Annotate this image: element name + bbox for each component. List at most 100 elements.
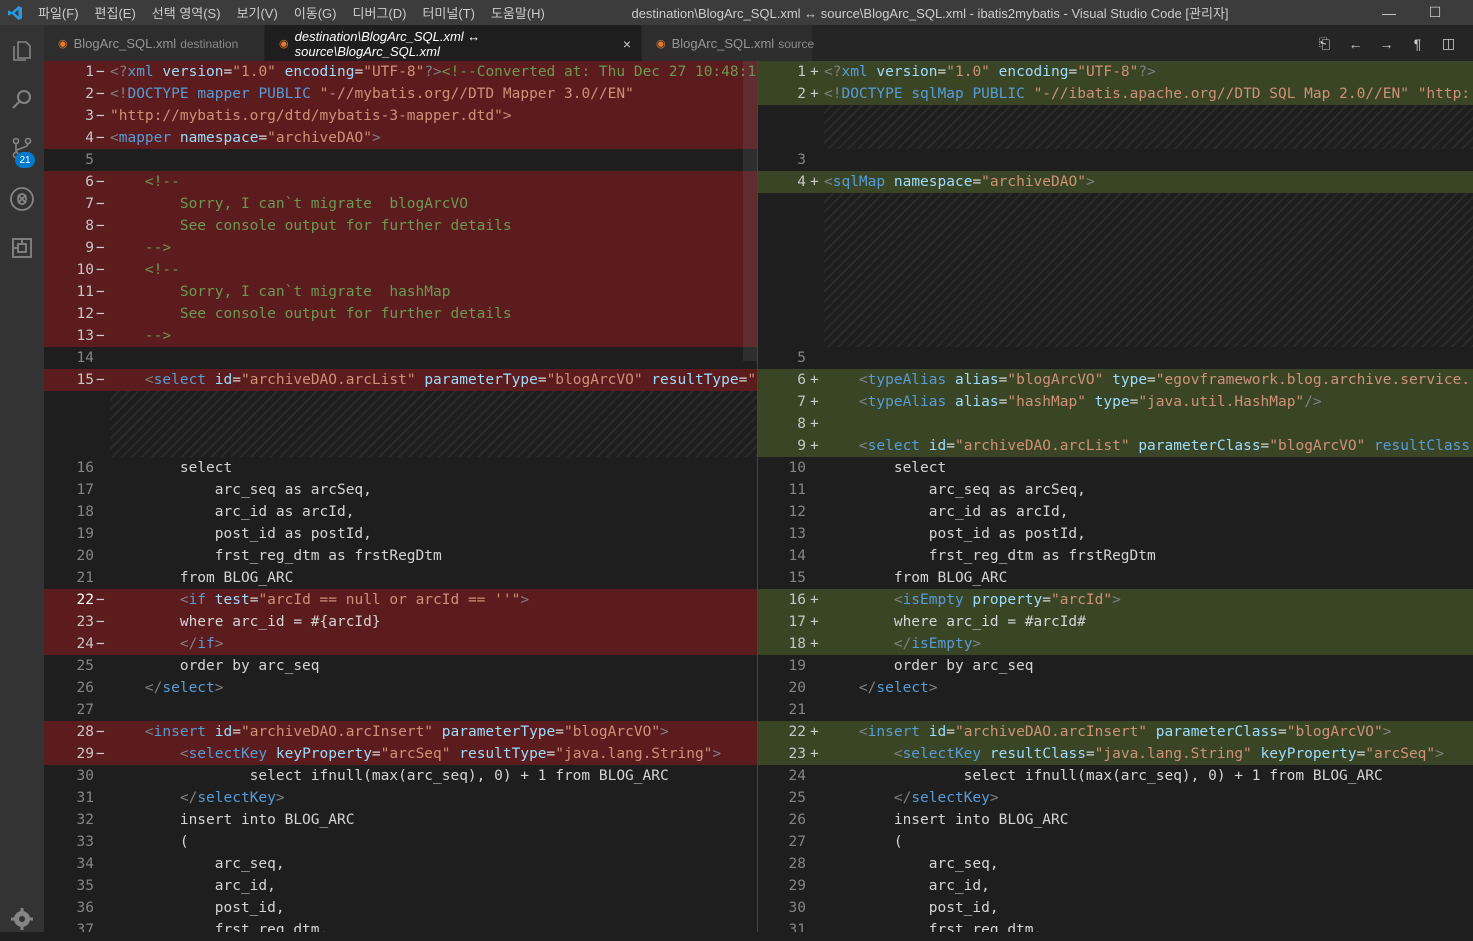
code-text: select xyxy=(110,460,233,476)
tab-destination-file[interactable]: ◉ BlogArc_SQL.xml destination xyxy=(44,25,264,62)
code-line[interactable]: 29 arc_id, xyxy=(758,875,1473,897)
menu-terminal[interactable]: 터미널(T) xyxy=(414,3,482,22)
code-line[interactable]: 33 ( xyxy=(44,831,757,853)
code-line[interactable]: 24 select ifnull(max(arc_seq), 0) + 1 fr… xyxy=(758,765,1473,787)
code-line[interactable]: 9 + <select id="archiveDAO.arcList" param… xyxy=(758,435,1473,457)
code-line[interactable]: 26 </select> xyxy=(44,677,757,699)
code-line[interactable]: 22− <if test="arcId == null or arcId == … xyxy=(44,589,757,611)
open-file-icon[interactable]: ⎗ xyxy=(1309,35,1340,52)
tab-diff-view[interactable]: ◉ destination\BlogArc_SQL.xml ↔ source\B… xyxy=(265,25,641,62)
code-line[interactable]: 22 + <insert id="archiveDAO.arcInsert" pa… xyxy=(758,721,1473,743)
code-line[interactable]: 6− <!-- xyxy=(44,171,757,193)
code-line[interactable]: 18 + </isEmpty> xyxy=(758,633,1473,655)
menu-go[interactable]: 이동(G) xyxy=(286,3,345,22)
code-line[interactable]: 3 xyxy=(758,149,1473,171)
code-line[interactable]: 20 frst_reg_dtm as frstRegDtm xyxy=(44,545,757,567)
left-scrollbar[interactable] xyxy=(743,61,757,361)
menu-help[interactable]: 도움말(H) xyxy=(483,3,553,22)
code-line[interactable]: 27 xyxy=(44,699,757,721)
code-line[interactable]: 32 insert into BLOG_ARC xyxy=(44,809,757,831)
menu-file[interactable]: 파일(F) xyxy=(30,3,87,22)
code-line[interactable]: 16 + <isEmpty property="arcId"> xyxy=(758,589,1473,611)
next-change-icon[interactable]: → xyxy=(1371,36,1402,52)
debug-icon[interactable] xyxy=(0,177,44,221)
code-line[interactable]: 11− Sorry, I can`t migrate hashMap xyxy=(44,281,757,303)
maximize-button[interactable]: ☐ xyxy=(1412,0,1458,25)
code-line[interactable]: 20 </select> xyxy=(758,677,1473,699)
code-line[interactable]: 35 arc_id, xyxy=(44,875,757,897)
menu-view[interactable]: 보기(V) xyxy=(229,3,286,22)
menu-edit[interactable]: 편집(E) xyxy=(87,3,144,22)
extensions-icon[interactable] xyxy=(0,226,44,270)
original-editor-pane[interactable]: 1− <?xml version="1.0" encoding="UTF-8"?>… xyxy=(44,61,757,932)
code-line[interactable]: 36 post_id, xyxy=(44,897,757,919)
code-line[interactable]: 13 post_id as postId, xyxy=(758,523,1473,545)
code-line[interactable]: 17 arc_seq as arcSeq, xyxy=(44,479,757,501)
code-line[interactable]: 10− <!-- xyxy=(44,259,757,281)
code-line[interactable]: 10 select xyxy=(758,457,1473,479)
code-line[interactable]: 13− --> xyxy=(44,325,757,347)
code-line[interactable]: 6 + <typeAlias alias="blogArcVO" type="eg… xyxy=(758,369,1473,391)
code-line[interactable]: 15− <select id="archiveDAO.arcList" para… xyxy=(44,369,757,391)
line-number: 28 xyxy=(788,856,806,872)
code-line[interactable]: 1− <?xml version="1.0" encoding="UTF-8"?>… xyxy=(44,61,757,83)
code-line[interactable]: 12− See console output for further detai… xyxy=(44,303,757,325)
show-whitespace-icon[interactable]: ¶ xyxy=(1402,36,1433,52)
code-line[interactable]: 8 + xyxy=(758,413,1473,435)
code-line[interactable]: 8− See console output for further detail… xyxy=(44,215,757,237)
code-line[interactable]: 4 + <sqlMap namespace="archiveDAO"> xyxy=(758,171,1473,193)
code-line[interactable]: 25 </selectKey> xyxy=(758,787,1473,809)
minimize-button[interactable]: — xyxy=(1366,0,1412,25)
previous-change-icon[interactable]: ← xyxy=(1340,36,1371,52)
code-line[interactable]: 17 + where arc_id = #arcId# xyxy=(758,611,1473,633)
code-line[interactable]: 34 arc_seq, xyxy=(44,853,757,875)
code-line[interactable]: 12 arc_id as arcId, xyxy=(758,501,1473,523)
diff-marker: + xyxy=(810,438,819,454)
code-line[interactable]: 2− <!DOCTYPE mapper PUBLIC "-//mybatis.or… xyxy=(44,83,757,105)
code-line[interactable]: 28− <insert id="archiveDAO.arcInsert" pa… xyxy=(44,721,757,743)
code-line[interactable]: 29− <selectKey keyProperty="arcSeq" resu… xyxy=(44,743,757,765)
code-line[interactable]: 5 xyxy=(758,347,1473,369)
code-line[interactable]: 7 + <typeAlias alias="hashMap" type="java… xyxy=(758,391,1473,413)
code-line[interactable]: 31 frst_reg_dtm, xyxy=(758,919,1473,932)
modified-editor-pane[interactable]: 1 + <?xml version="1.0" encoding="UTF-8"?>… xyxy=(758,61,1473,932)
code-line[interactable]: 26 insert into BLOG_ARC xyxy=(758,809,1473,831)
code-line[interactable]: 14 frst_reg_dtm as frstRegDtm xyxy=(758,545,1473,567)
code-line[interactable]: 16 select xyxy=(44,457,757,479)
code-line[interactable]: 3− "http://mybatis.org/dtd/mybatis-3-mapp… xyxy=(44,105,757,127)
code-line[interactable]: 30 post_id, xyxy=(758,897,1473,919)
code-line[interactable]: 27 ( xyxy=(758,831,1473,853)
menu-selection[interactable]: 선택 영역(S) xyxy=(144,3,229,22)
line-number: 18 xyxy=(788,636,806,652)
tab-source-file[interactable]: ◉ BlogArc_SQL.xml source xyxy=(642,25,815,62)
code-line[interactable]: 19 post_id as postId, xyxy=(44,523,757,545)
tab-description: source xyxy=(778,36,815,51)
menu-debug[interactable]: 디버그(D) xyxy=(345,3,415,22)
code-line[interactable]: 25 order by arc_seq xyxy=(44,655,757,677)
code-line[interactable]: 23− where arc_id = #{arcId} xyxy=(44,611,757,633)
split-editor-icon[interactable]: ◫ xyxy=(1433,35,1464,52)
explorer-icon[interactable] xyxy=(0,29,44,73)
code-line[interactable]: 18 arc_id as arcId, xyxy=(44,501,757,523)
code-line[interactable]: 37 frst_reg_dtm, xyxy=(44,919,757,932)
code-line[interactable]: 5 xyxy=(44,149,757,171)
code-line[interactable]: 2 + <!DOCTYPE sqlMap PUBLIC "-//ibatis.apa… xyxy=(758,83,1473,105)
close-icon[interactable]: × xyxy=(623,36,631,52)
code-line[interactable]: 7− Sorry, I can`t migrate blogArcVO xyxy=(44,193,757,215)
code-line[interactable]: 21 xyxy=(758,699,1473,721)
search-icon[interactable] xyxy=(0,78,44,122)
code-line[interactable]: 14 xyxy=(44,347,757,369)
code-line[interactable]: 28 arc_seq, xyxy=(758,853,1473,875)
code-line[interactable]: 15 from BLOG_ARC xyxy=(758,567,1473,589)
code-line[interactable]: 30 select ifnull(max(arc_seq), 0) + 1 fr… xyxy=(44,765,757,787)
settings-gear-icon[interactable] xyxy=(0,897,44,941)
code-line[interactable]: 9− --> xyxy=(44,237,757,259)
code-line[interactable]: 4− <mapper namespace="archiveDAO"> xyxy=(44,127,757,149)
code-line[interactable]: 23 + <selectKey resultClass="java.lang.St… xyxy=(758,743,1473,765)
code-line[interactable]: 19 order by arc_seq xyxy=(758,655,1473,677)
code-line[interactable]: 31 </selectKey> xyxy=(44,787,757,809)
code-line[interactable]: 21 from BLOG_ARC xyxy=(44,567,757,589)
code-line[interactable]: 11 arc_seq as arcSeq, xyxy=(758,479,1473,501)
code-line[interactable]: 24− </if> xyxy=(44,633,757,655)
code-line[interactable]: 1 + <?xml version="1.0" encoding="UTF-8"?> xyxy=(758,61,1473,83)
